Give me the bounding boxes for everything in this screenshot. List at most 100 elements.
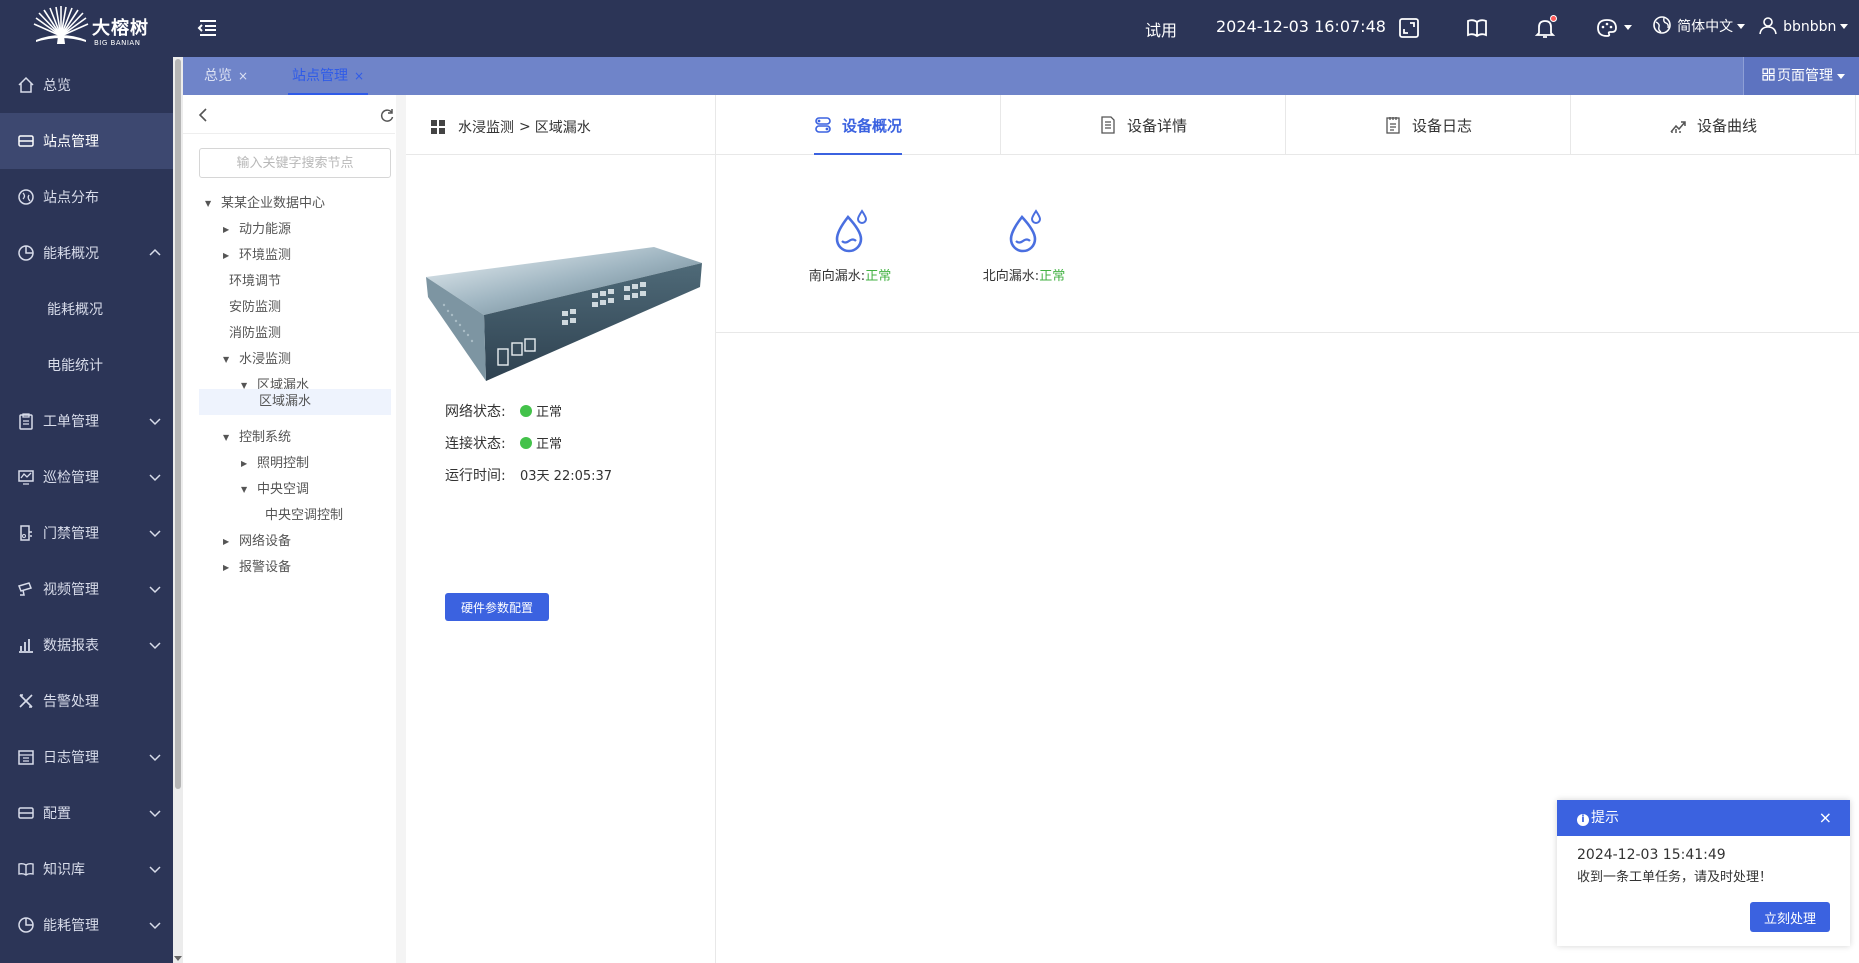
scroll-down-arrow-icon[interactable] [174,956,182,961]
tree-node-network[interactable]: ▶ 网络设备 [223,531,291,553]
nav-config[interactable]: 配置 [0,785,173,841]
nav-energy-management[interactable]: 能耗管理 [0,897,173,953]
nav-label: 日志管理 [43,750,99,766]
nav-alarms[interactable]: 告警处理 [0,673,173,729]
tree-toggle-icon[interactable]: ▶ [223,557,233,579]
page-manage-button[interactable]: 页面管理 [1743,57,1859,95]
nav-logs[interactable]: 日志管理 [0,729,173,785]
tab-overview[interactable]: 总览 × [204,57,248,95]
nav-access-control[interactable]: 门禁管理 [0,505,173,561]
nav-energy-overview-group[interactable]: 能耗概况 [0,225,173,281]
tab-device-overview[interactable]: 设备概况 [716,95,1001,155]
logo: 大榕树 BIG BANIAN [30,6,160,52]
chevron-left-icon[interactable] [197,107,211,123]
tree-node-power[interactable]: ▶ 动力能源 [223,219,291,241]
tree-node-root[interactable]: ▼ 某某企业数据中心 [205,193,325,215]
tree-toggle-icon[interactable]: ▼ [223,427,233,449]
banyan-tree-logo-icon [33,6,89,44]
sidebar-scrollbar[interactable] [173,57,183,963]
user-menu[interactable]: bbnbbn [1758,15,1849,35]
tab-close-icon[interactable]: × [354,69,364,83]
tree-node-area-leak[interactable]: 区域漏水 [199,389,391,415]
tree-node-security[interactable]: 安防监测 [229,297,281,319]
tab-label: 站点管理 [292,68,348,84]
nav-power-statistics[interactable]: 电能统计 [0,337,173,393]
tree-scrollbar[interactable] [396,95,406,963]
tab-device-details[interactable]: 设备详情 [1001,95,1286,155]
chevron-down-icon [149,530,161,538]
breadcrumb: 水浸监测 > 区域漏水 [430,117,591,137]
book-icon[interactable] [1464,15,1490,41]
nav-label: 能耗管理 [43,918,99,934]
tab-label: 设备概况 [841,116,902,135]
username: bbnbbn [1783,19,1837,35]
nav-energy-overview[interactable]: 能耗概况 [0,281,173,337]
sensor-label: 北向漏水:正常 [954,265,1094,284]
tree-toggle-icon[interactable]: ▼ [223,349,233,371]
tree-node-control[interactable]: ▼ 控制系统 [223,427,291,449]
nav-site-management[interactable]: 站点管理 [0,113,173,169]
sensor-north-leak[interactable]: 北向漏水:正常 [954,207,1094,284]
language-caret-icon [1737,24,1746,29]
language-switcher[interactable]: 简体中文 [1652,15,1746,36]
camera-icon [17,582,33,596]
network-status: 网络状态: 正常 [445,401,562,421]
tree-node-hvac[interactable]: ▼ 中央空调 [241,479,309,501]
sidebar-scrollbar-thumb[interactable] [175,59,181,789]
tree-toggle-icon[interactable]: ▼ [241,479,251,501]
tree-node-water-monitor[interactable]: ▼ 水浸监测 [223,349,291,371]
nav-label: 能耗概况 [43,246,99,262]
theme-switcher[interactable] [1596,15,1632,41]
page-tabs: 总览 × 站点管理 × 页面管理 [183,57,1859,95]
notification-title: 提示 [1591,810,1619,826]
handle-now-button[interactable]: 立刻处理 [1750,902,1830,932]
tree-node-hvac-control[interactable]: 中央空调控制 [265,505,343,527]
hardware-config-button[interactable]: 硬件参数配置 [445,593,549,621]
nav-overview[interactable]: 总览 [0,57,173,113]
tab-close-icon[interactable]: × [238,69,248,83]
refresh-icon[interactable] [379,107,395,123]
close-icon[interactable]: × [1819,800,1832,836]
notification-bell[interactable] [1532,15,1558,41]
menu-toggle-icon[interactable] [196,16,220,40]
tab-device-curves[interactable]: 设备曲线 [1571,95,1856,155]
nav-work-orders[interactable]: 工单管理 [0,393,173,449]
tree-node-label: 照明控制 [257,456,310,471]
tree-toggle-icon[interactable]: ▼ [205,193,215,215]
tree-toggle-icon[interactable]: ▶ [241,453,251,475]
monitor-icon [18,470,34,485]
fullscreen-icon[interactable] [1396,15,1422,41]
notepad-icon [1386,117,1400,134]
sensor-label: 南向漏水:正常 [780,265,920,284]
tree-node-alarm[interactable]: ▶ 报警设备 [223,557,291,579]
grid-icon [431,120,445,134]
tree-node-fire[interactable]: 消防监测 [229,323,281,345]
nav-site-distribution[interactable]: 站点分布 [0,169,173,225]
tab-label: 设备详情 [1126,116,1187,135]
nav-knowledge-base[interactable]: 知识库 [0,841,173,897]
tree-toggle-icon[interactable]: ▶ [223,245,233,267]
notification-header: i 提示 × [1557,800,1850,836]
breadcrumb-parent[interactable]: 水浸监测 [458,117,514,137]
tab-device-logs[interactable]: 设备日志 [1286,95,1571,155]
tree-node-env-adjust[interactable]: 环境调节 [229,271,281,293]
tree-toggle-icon[interactable]: ▶ [223,219,233,241]
divider [716,332,1859,333]
tab-site-management[interactable]: 站点管理 × [287,57,369,95]
tree-node-env-monitor[interactable]: ▶ 环境监测 [223,245,291,267]
trial-label[interactable]: 试用 [1145,17,1177,41]
sidebar: 总览 站点管理 站点分布 能耗概况 能耗概况 电能统计 工单管理 巡检管理 门禁… [0,57,173,963]
map-pin-icon [18,189,34,205]
chevron-down-icon [149,810,161,818]
pie-chart-icon [18,917,34,933]
network-status-value: 正常 [536,405,563,420]
info-icon: i [1577,814,1589,826]
tree-toggle-icon[interactable]: ▶ [223,531,233,553]
nav-video[interactable]: 视频管理 [0,561,173,617]
tab-label: 总览 [204,68,232,84]
nav-inspection[interactable]: 巡检管理 [0,449,173,505]
sensor-south-leak[interactable]: 南向漏水:正常 [780,207,920,284]
tree-node-lighting[interactable]: ▶ 照明控制 [241,453,309,475]
nav-reports[interactable]: 数据报表 [0,617,173,673]
tree-search-input[interactable] [199,148,391,178]
